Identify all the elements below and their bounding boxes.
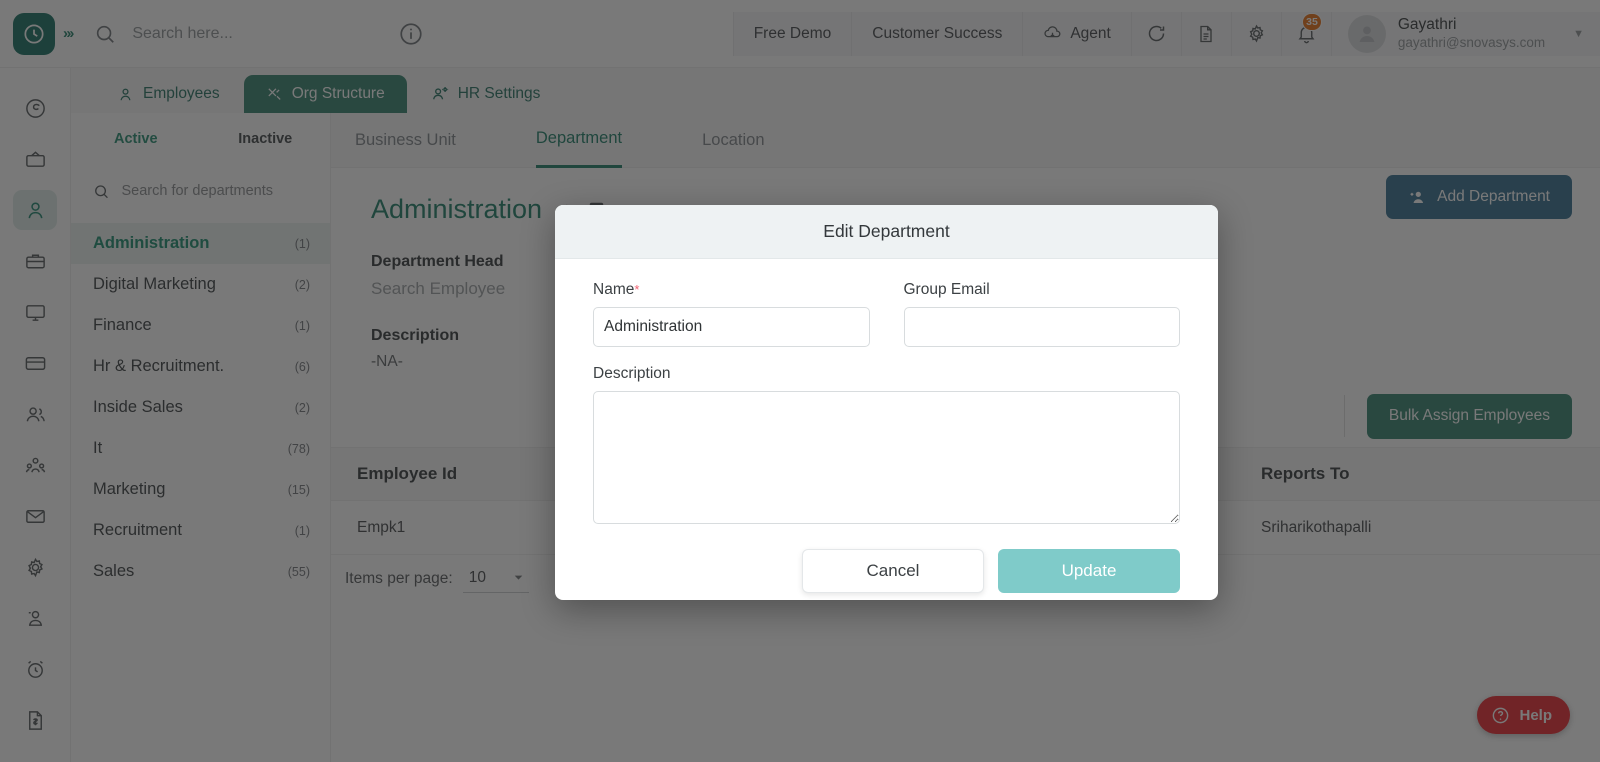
- group-email-input[interactable]: [903, 307, 1180, 347]
- cancel-button[interactable]: Cancel: [802, 549, 984, 593]
- description-label: Description: [593, 365, 671, 382]
- required-asterisk: *: [634, 282, 640, 297]
- dialog-body: Name* Group Email Description: [555, 259, 1218, 529]
- name-input[interactable]: [593, 307, 870, 347]
- description-field-group: Description: [593, 365, 1180, 529]
- description-textarea[interactable]: [593, 391, 1180, 524]
- update-button[interactable]: Update: [998, 549, 1180, 593]
- app-root: »› Free Demo Customer Success: [0, 0, 1600, 762]
- group-email-label: Group Email: [903, 281, 990, 298]
- edit-department-dialog: Edit Department Name* Group Email Descri…: [555, 205, 1218, 600]
- dialog-row-1: Name* Group Email: [593, 281, 1180, 347]
- dialog-header: Edit Department: [555, 205, 1218, 259]
- name-label-text: Name: [593, 281, 635, 298]
- group-email-field-group: Group Email: [903, 281, 1180, 347]
- dialog-footer: Cancel Update: [555, 529, 1218, 593]
- name-label: Name*: [593, 281, 870, 299]
- dialog-title: Edit Department: [823, 221, 950, 241]
- name-field-group: Name*: [593, 281, 870, 347]
